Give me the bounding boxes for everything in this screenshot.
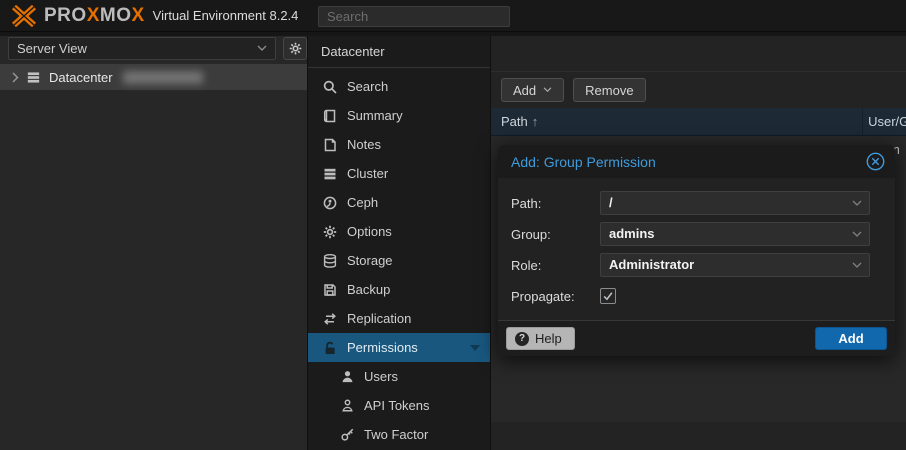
resource-tree-panel: Server View Datacenter [0, 36, 307, 450]
expander-chevron-icon[interactable] [12, 72, 19, 83]
menu-item-options[interactable]: Options [308, 217, 490, 246]
tree-node-label: Datacenter [49, 70, 113, 85]
column-header-user-group[interactable]: User/G [862, 108, 906, 135]
path-field-label: Path: [498, 196, 600, 211]
dialog-title: Add: Group Permission [511, 154, 865, 170]
help-button[interactable]: ? Help [506, 327, 575, 350]
notes-icon [322, 137, 338, 153]
view-mode-select[interactable]: Server View [8, 37, 276, 60]
gear-icon [288, 41, 303, 56]
api-tokens-icon [340, 398, 355, 413]
tree-settings-button[interactable] [283, 37, 307, 60]
content-header-strip [491, 36, 906, 72]
summary-icon [322, 108, 338, 124]
menu-item-api-tokens[interactable]: API Tokens [308, 391, 490, 420]
two-factor-key-icon [340, 427, 355, 442]
menu-item-replication[interactable]: Replication [308, 304, 490, 333]
dialog-footer: ? Help Add [498, 320, 895, 356]
chevron-down-icon [543, 87, 552, 93]
menu-item-notes[interactable]: Notes [308, 130, 490, 159]
options-gear-icon [322, 224, 338, 240]
menu-item-ceph[interactable]: Ceph [308, 188, 490, 217]
menu-item-backup[interactable]: Backup [308, 275, 490, 304]
menu-item-search[interactable]: Search [308, 72, 490, 101]
field-row-group: Group: admins [498, 222, 883, 246]
field-row-propagate: Propagate: [498, 284, 883, 308]
sort-asc-icon: ↑ [532, 114, 539, 129]
storage-icon [322, 253, 338, 269]
chevron-down-icon [852, 231, 862, 238]
chevron-down-icon [852, 200, 862, 207]
question-mark-icon: ? [515, 332, 529, 346]
tree-node-datacenter[interactable]: Datacenter [0, 64, 307, 90]
view-mode-label: Server View [17, 41, 257, 56]
permissions-lock-icon [322, 340, 338, 356]
app-header: PROXMOX Virtual Environment 8.2.4 [0, 0, 906, 32]
role-combobox[interactable]: Administrator [600, 253, 870, 277]
chevron-down-icon [257, 45, 267, 52]
menu-item-summary[interactable]: Summary [308, 101, 490, 130]
permissions-toolbar: Add Remove [491, 72, 906, 108]
menu-items: Search Summary Notes [308, 68, 490, 449]
permissions-grid-header: Path↑ User/G [491, 108, 906, 136]
redacted-node-name [123, 71, 203, 84]
column-header-path[interactable]: Path↑ [491, 108, 862, 135]
menu-item-two-factor[interactable]: Two Factor [308, 420, 490, 449]
propagate-field-label: Propagate: [498, 289, 600, 304]
dialog-header[interactable]: Add: Group Permission [498, 145, 895, 178]
expanded-caret-icon [470, 345, 480, 351]
chevron-down-icon [852, 262, 862, 269]
field-row-path: Path: / [498, 191, 883, 215]
group-combobox[interactable]: admins [600, 222, 870, 246]
dialog-close-button[interactable] [865, 152, 885, 172]
role-field-label: Role: [498, 258, 600, 273]
datacenter-icon [26, 70, 41, 85]
users-icon [340, 369, 355, 384]
logo-wordmark: PROXMOX [44, 0, 145, 32]
path-combobox[interactable]: / [600, 191, 870, 215]
datacenter-menu-panel: Datacenter Search Summary [307, 36, 490, 450]
propagate-checkbox[interactable] [600, 288, 616, 304]
panel-title: Datacenter [308, 36, 490, 68]
add-group-permission-dialog: Add: Group Permission Path: / Group: adm… [498, 145, 895, 356]
menu-item-permissions[interactable]: Permissions [308, 333, 490, 362]
cluster-icon [322, 166, 338, 182]
proxmox-app: PROXMOX Virtual Environment 8.2.4 Server… [0, 0, 906, 450]
global-search-input[interactable] [318, 6, 510, 27]
add-menu-button[interactable]: Add [501, 78, 564, 102]
search-icon [322, 79, 338, 95]
ceph-icon [322, 195, 338, 211]
remove-button[interactable]: Remove [573, 78, 645, 102]
backup-floppy-icon [322, 282, 338, 298]
menu-item-storage[interactable]: Storage [308, 246, 490, 275]
dialog-add-button[interactable]: Add [815, 327, 887, 350]
version-label: Virtual Environment 8.2.4 [153, 8, 299, 23]
group-field-label: Group: [498, 227, 600, 242]
replication-arrows-icon [322, 311, 338, 327]
proxmox-logo-icon [10, 5, 38, 27]
field-row-role: Role: Administrator [498, 253, 883, 277]
menu-item-users[interactable]: Users [308, 362, 490, 391]
menu-item-cluster[interactable]: Cluster [308, 159, 490, 188]
